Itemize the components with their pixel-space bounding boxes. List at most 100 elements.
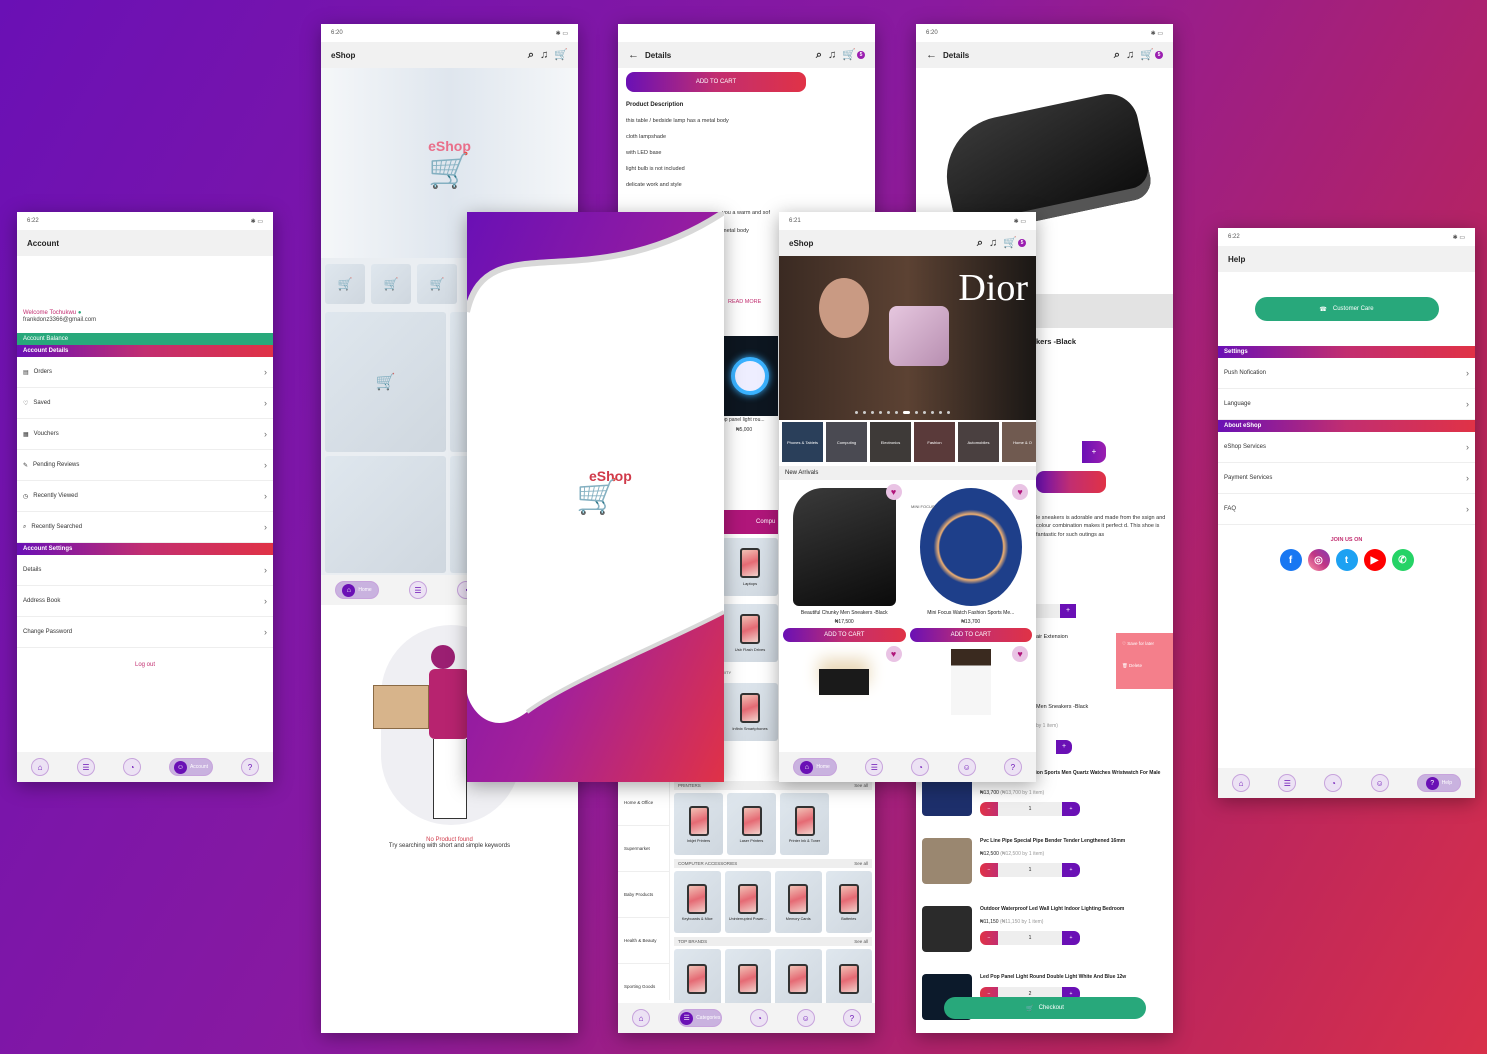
nav-feed-icon[interactable]: ◔ [911, 758, 930, 776]
checkout-button[interactable]: 🛒 Checkout [944, 997, 1146, 1019]
cart-item-image[interactable] [922, 838, 972, 884]
bell-icon[interactable]: ♫ [828, 49, 836, 61]
sidebar-category[interactable]: Supermarket [618, 826, 669, 872]
carousel-dots[interactable] [855, 411, 950, 414]
youtube-icon[interactable]: ▶ [1363, 549, 1386, 571]
nav-categories-tab[interactable]: ☰ Categories [678, 1009, 723, 1027]
subcategory-card[interactable] [775, 949, 822, 1011]
cart-icon[interactable]: 🛒 [1140, 49, 1154, 61]
nav-account-icon[interactable]: ☺ [957, 758, 976, 776]
fashion-card[interactable]: ♥ [910, 646, 1033, 718]
subcategory-usb[interactable]: Usb Flash Drives [722, 604, 778, 662]
search-icon[interactable]: ⌕ [816, 49, 822, 61]
settings-item[interactable]: Address Book › [17, 586, 273, 617]
bell-icon[interactable]: ♫ [1126, 49, 1134, 61]
see-all-link[interactable]: See all [854, 939, 868, 944]
search-icon[interactable]: ⌕ [977, 237, 983, 249]
nav-help-icon[interactable]: ? [241, 758, 259, 776]
save-for-later-button[interactable]: ♡ Save for later [1122, 641, 1167, 647]
qty-plus-button[interactable]: + [1056, 740, 1072, 754]
qty-minus-button[interactable]: − [980, 931, 998, 945]
help-item[interactable]: Language › [1218, 389, 1475, 420]
nav-help-tab[interactable]: ? Help [1416, 774, 1461, 792]
qty-value[interactable]: 1 [998, 802, 1062, 816]
whatsapp-icon[interactable]: ✆ [1391, 549, 1414, 571]
account-balance[interactable]: Account Balance [17, 333, 273, 345]
nav-categories-icon[interactable]: ☰ [865, 758, 884, 776]
nav-home-icon[interactable]: ⌂ [1232, 774, 1251, 792]
cart-icon[interactable]: 🛒 [1003, 237, 1017, 249]
nav-account-tab[interactable]: ☺ Account [169, 758, 213, 776]
bell-icon[interactable]: ♫ [989, 237, 997, 249]
account-item[interactable]: ◷ Recently Viewed › [17, 481, 273, 512]
subcategory-card[interactable]: Keyboards & Mice [674, 871, 721, 933]
add-to-cart-button[interactable]: ADD TO CART [783, 628, 906, 642]
search-icon[interactable]: ⌕ [528, 49, 534, 61]
subcategory-card[interactable]: Printer Ink & Toner [780, 793, 829, 855]
nav-help-icon[interactable]: ? [842, 1009, 861, 1027]
heart-icon[interactable]: ♥ [1012, 646, 1028, 662]
help-item[interactable]: eShop Services › [1218, 432, 1475, 463]
category-tile[interactable]: Phones & Tablets [782, 422, 823, 462]
bell-icon[interactable]: ♫ [540, 49, 548, 61]
heart-icon[interactable]: ♥ [885, 646, 902, 662]
wall-light-card[interactable]: ♥ [783, 646, 906, 718]
help-item[interactable]: FAQ › [1218, 494, 1475, 525]
heart-icon[interactable]: ♥ [1012, 484, 1028, 500]
nav-feed-icon[interactable]: ◔ [1324, 774, 1343, 792]
nav-home-icon[interactable]: ⌂ [632, 1009, 651, 1027]
nav-account-icon[interactable]: ☺ [1370, 774, 1389, 792]
subcategory-card[interactable] [724, 949, 771, 1011]
customer-care-button[interactable]: ☎ Customer Care [1254, 297, 1439, 321]
cart-icon[interactable]: 🛒 [554, 49, 568, 61]
subcategory-card[interactable] [825, 949, 872, 1011]
instagram-icon[interactable]: ◎ [1307, 549, 1330, 571]
qty-stepper[interactable]: + [1036, 604, 1076, 618]
category-tile[interactable]: Computing [826, 422, 867, 462]
account-item[interactable]: ▦ Vouchers › [17, 419, 273, 450]
help-item[interactable]: Push Nofication › [1218, 358, 1475, 389]
cart-icon[interactable]: 🛒 [842, 49, 856, 61]
account-item[interactable]: ⌕ Recently Searched › [17, 512, 273, 543]
read-more-link[interactable]: READ MORE [728, 299, 761, 305]
account-item[interactable]: ♡ Saved › [17, 388, 273, 419]
qty-minus-button[interactable]: − [980, 863, 998, 877]
category-tile[interactable]: Home & O [1002, 422, 1036, 462]
nav-categories-icon[interactable]: ☰ [77, 758, 95, 776]
category-tile[interactable]: Electronics [870, 422, 911, 462]
subcategory-card[interactable]: Memory Cards [775, 871, 822, 933]
nav-help-icon[interactable]: ? [1003, 758, 1022, 776]
logout-button[interactable]: Log out [17, 662, 273, 668]
subcategory-card[interactable]: Batteries [825, 871, 872, 933]
subcategory-laptops[interactable]: Laptops [722, 538, 778, 596]
subcategory-card[interactable]: Inkjet Printers [674, 793, 723, 855]
nav-feed-icon[interactable]: ◔ [750, 1009, 769, 1027]
see-all-link[interactable]: See all [854, 783, 868, 788]
qty-plus-button[interactable]: + [1062, 863, 1080, 877]
delete-button[interactable]: 🗑 Delete [1122, 663, 1167, 669]
settings-item[interactable]: Change Password › [17, 617, 273, 648]
qty-plus-button[interactable]: + [1082, 441, 1106, 463]
product-card[interactable]: ♥ Beautiful Chunky Men Sneakers -Black ₦… [783, 484, 906, 642]
add-to-cart-partial[interactable] [1036, 471, 1106, 493]
account-item[interactable]: ▤ Orders › [17, 357, 273, 388]
qty-value[interactable]: 1 [998, 931, 1062, 945]
back-arrow-icon[interactable]: ← [926, 49, 937, 61]
lamp-image[interactable] [722, 336, 778, 416]
nav-home-tab[interactable]: ⌂ Home [793, 758, 838, 776]
add-to-cart-button[interactable]: ADD TO CART [626, 72, 806, 92]
promo-banner[interactable]: Dior [779, 256, 1036, 420]
nav-home-tab[interactable]: ⌂ Home [335, 581, 379, 599]
subcategory-infinix[interactable]: Infinix Smartphones [722, 683, 778, 741]
computing-tab[interactable]: Compu [722, 510, 778, 534]
qty-value[interactable]: 1 [998, 863, 1062, 877]
settings-item[interactable]: Details › [17, 555, 273, 586]
qty-plus-button[interactable]: + [1062, 931, 1080, 945]
nav-categories-icon[interactable]: ☰ [1278, 774, 1297, 792]
sidebar-category[interactable]: Health & Beauty [618, 918, 669, 964]
add-to-cart-button[interactable]: ADD TO CART [909, 628, 1032, 642]
help-item[interactable]: Payment Services › [1218, 463, 1475, 494]
nav-home-icon[interactable]: ⌂ [31, 758, 49, 776]
nav-feed-icon[interactable]: ◔ [123, 758, 141, 776]
subcategory-card[interactable] [674, 949, 721, 1011]
